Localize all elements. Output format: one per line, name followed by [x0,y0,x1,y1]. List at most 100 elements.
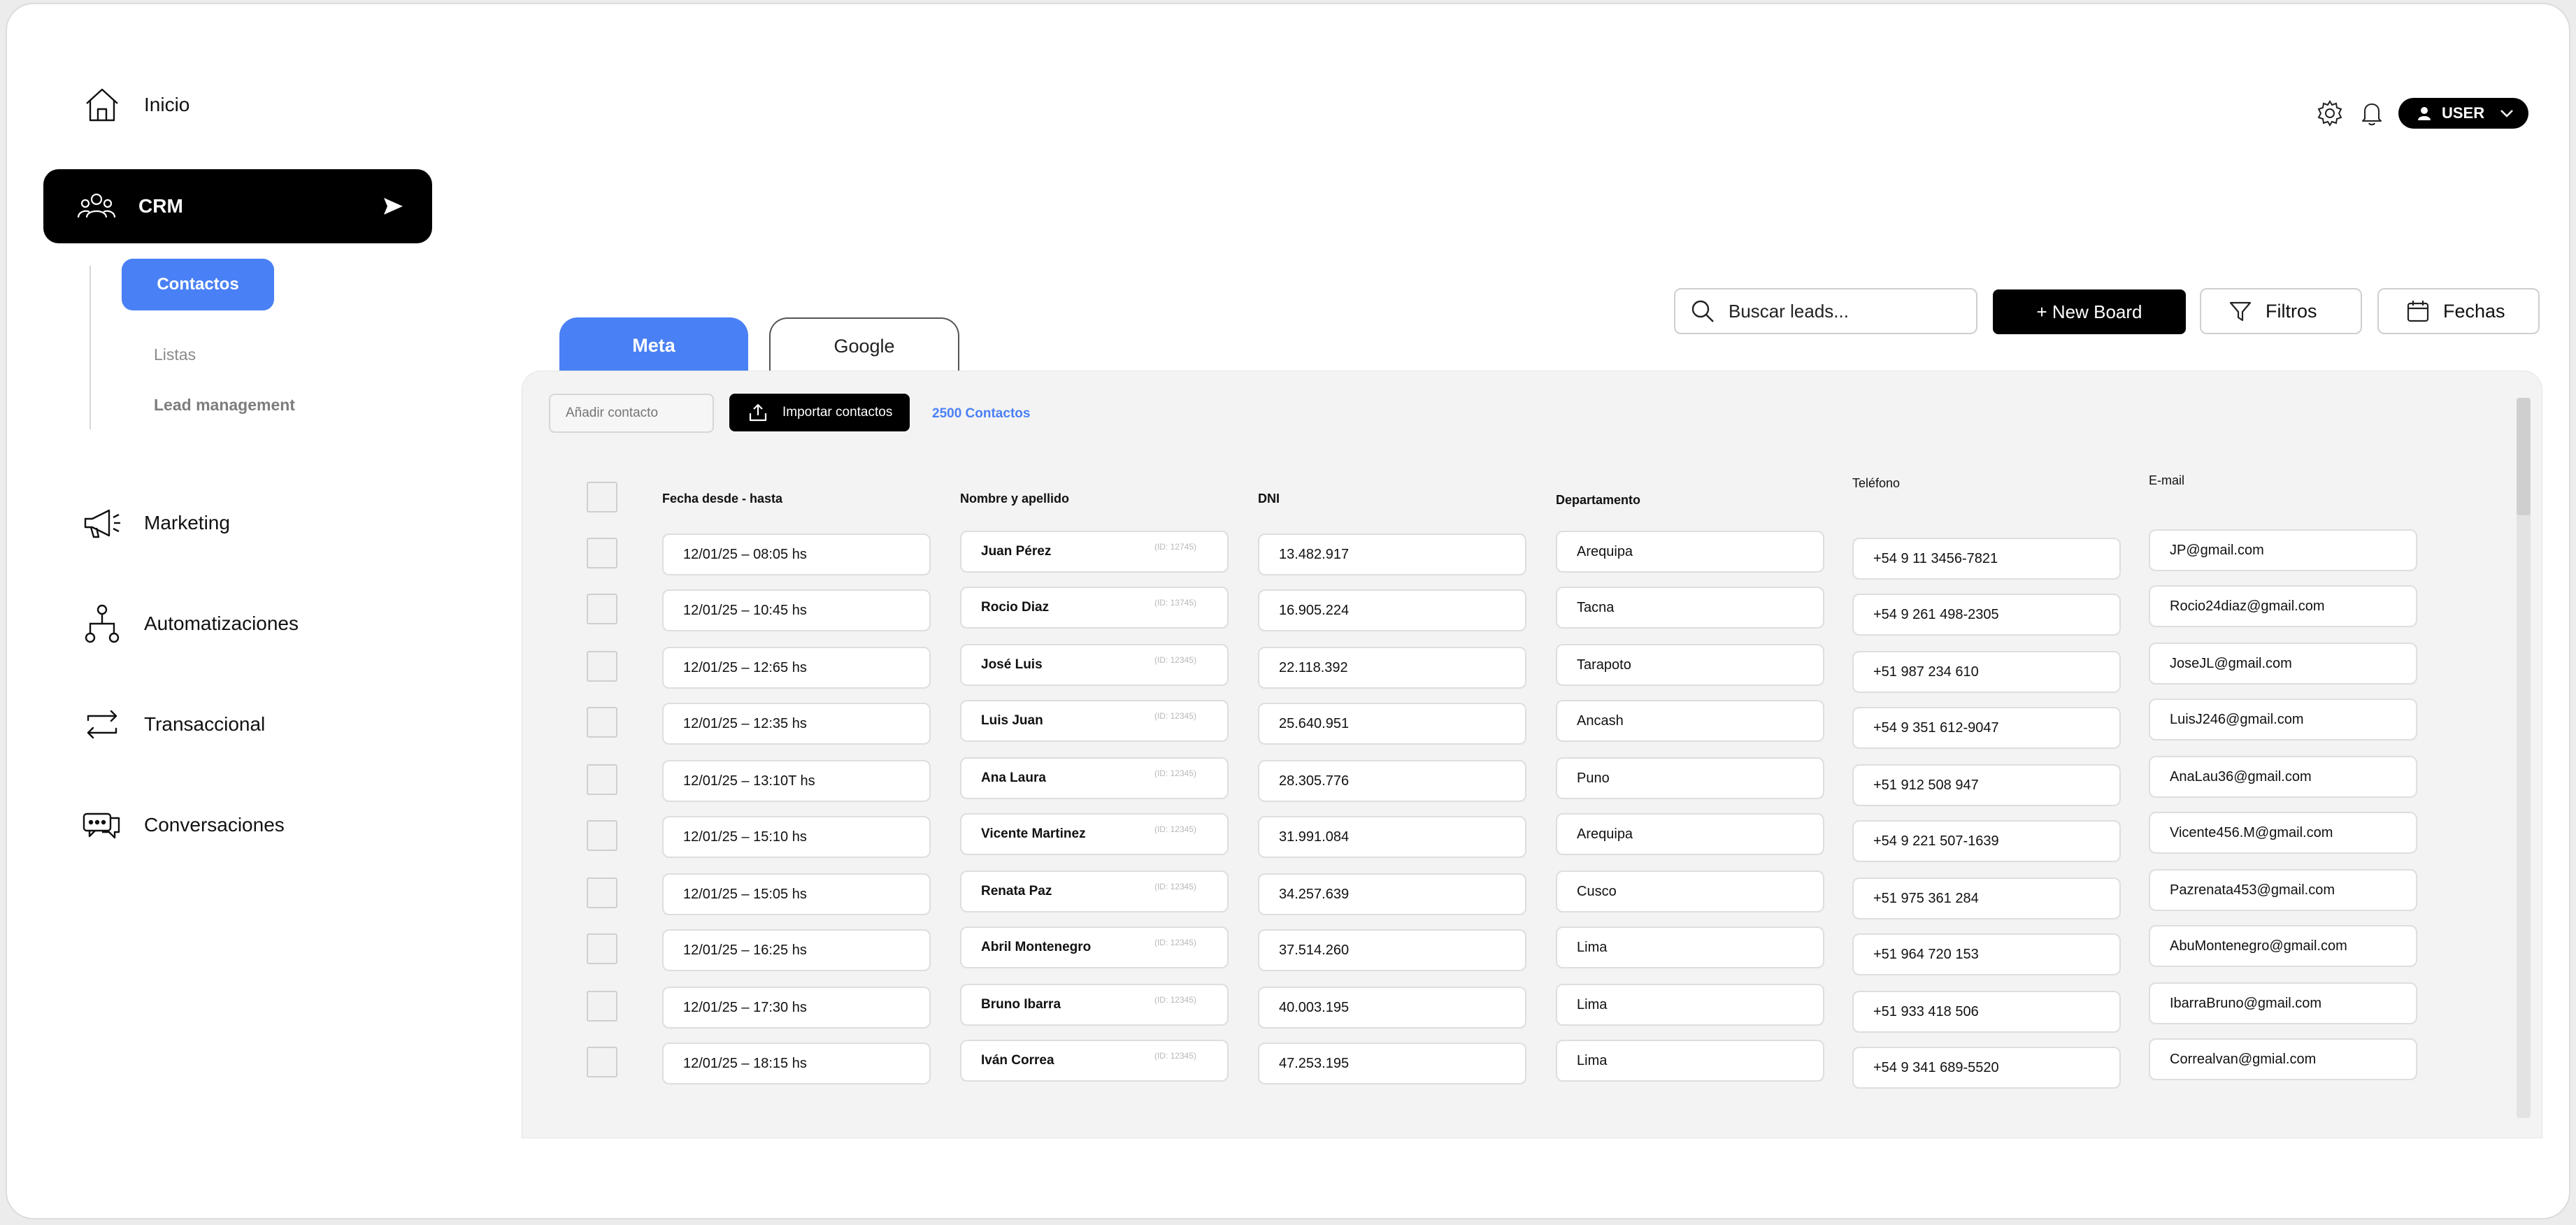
cell-tel[interactable]: +54 9 11 3456-7821 [1852,538,2121,580]
cell-fecha[interactable]: 12/01/25 – 15:05 hs [662,873,931,915]
row-checkbox[interactable] [587,820,617,851]
cell-dni[interactable]: 37.514.260 [1258,929,1526,971]
cell-dni[interactable]: 34.257.639 [1258,873,1526,915]
cell-dep[interactable]: Tarapoto [1556,644,1824,686]
cell-tel[interactable]: +54 9 341 689-5520 [1852,1047,2121,1089]
cell-fecha[interactable]: 12/01/25 – 13:10T hs [662,760,931,802]
cell-fecha[interactable]: 12/01/25 – 10:45 hs [662,589,931,631]
cell-nombre[interactable]: Ana Laura (ID: 12345) [960,757,1229,799]
scrollbar-thumb[interactable] [2517,398,2531,515]
user-menu-button[interactable]: USER [2398,98,2528,129]
sidebar-label-transaccional: Transaccional [144,713,266,735]
cell-tel[interactable]: +51 933 418 506 [1852,991,2121,1033]
cell-dni[interactable]: 22.118.392 [1258,647,1526,689]
sidebar-item-transaccional[interactable]: Transaccional [80,696,265,752]
cell-dep[interactable]: Puno [1556,757,1824,799]
tab-meta[interactable]: Meta [559,317,748,373]
cell-tel-text: +51 987 234 610 [1873,664,1979,680]
submenu-item-listas[interactable]: Listas [154,345,196,364]
cell-dni[interactable]: 40.003.195 [1258,987,1526,1029]
cell-dni-text: 34.257.639 [1279,886,1350,902]
row-checkbox[interactable] [587,933,617,964]
bell-icon[interactable] [2358,99,2386,127]
add-contact-input[interactable] [549,394,714,433]
cell-nombre[interactable]: Bruno Ibarra (ID: 12345) [960,984,1229,1026]
cell-fecha[interactable]: 12/01/25 – 12:35 hs [662,703,931,745]
filtros-button[interactable]: Filtros [2200,288,2362,334]
fechas-button[interactable]: Fechas [2377,288,2540,334]
row-checkbox[interactable] [587,1047,617,1077]
sidebar-item-conversaciones[interactable]: Conversaciones [80,797,285,853]
cell-email[interactable]: Rocio24diaz@gmail.com [2149,585,2417,627]
cell-nombre[interactable]: Abril Montenegro (ID: 12345) [960,926,1229,968]
cell-tel[interactable]: +51 964 720 153 [1852,933,2121,975]
select-all-checkbox[interactable] [587,482,617,513]
cell-fecha[interactable]: 12/01/25 – 16:25 hs [662,929,931,971]
cell-dep[interactable]: Arequipa [1556,531,1824,573]
row-checkbox[interactable] [587,877,617,908]
import-contacts-button[interactable]: Importar contactos [729,394,910,431]
row-checkbox[interactable] [587,651,617,682]
cell-fecha[interactable]: 12/01/25 – 08:05 hs [662,533,931,575]
cell-dep[interactable]: Lima [1556,984,1824,1026]
row-checkbox[interactable] [587,707,617,738]
cell-dni[interactable]: 13.482.917 [1258,533,1526,575]
cell-fecha[interactable]: 12/01/25 – 15:10 hs [662,816,931,858]
sidebar-item-automatizaciones[interactable]: Automatizaciones [80,596,299,652]
cell-dni[interactable]: 25.640.951 [1258,703,1526,745]
row-checkbox[interactable] [587,991,617,1022]
cell-dni[interactable]: 16.905.224 [1258,589,1526,631]
cell-fecha[interactable]: 12/01/25 – 17:30 hs [662,987,931,1029]
cell-dni[interactable]: 31.991.084 [1258,816,1526,858]
cell-email[interactable]: JoseJL@gmail.com [2149,643,2417,685]
row-checkbox[interactable] [587,538,617,568]
submenu-item-contactos[interactable]: Contactos [122,259,274,310]
cell-dep[interactable]: Lima [1556,1040,1824,1082]
tab-google[interactable]: Google [769,317,959,373]
sidebar-item-marketing[interactable]: Marketing [80,495,230,551]
cell-email[interactable]: IbarraBruno@gmail.com [2149,982,2417,1024]
cell-email[interactable]: LuisJ246@gmail.com [2149,699,2417,740]
cell-nombre[interactable]: José Luis (ID: 12345) [960,644,1229,686]
cell-nombre[interactable]: Luis Juan (ID: 12345) [960,700,1229,742]
cell-fecha-text: 12/01/25 – 15:05 hs [683,886,807,902]
cell-email[interactable]: AnaLau36@gmail.com [2149,756,2417,798]
cell-dep[interactable]: Cusco [1556,871,1824,912]
search-box[interactable] [1674,288,1977,334]
cell-nombre[interactable]: Renata Paz (ID: 12345) [960,871,1229,912]
cell-email[interactable]: JP@gmail.com [2149,529,2417,571]
cell-dep[interactable]: Lima [1556,926,1824,968]
cell-email[interactable]: AbuMontenegro@gmail.com [2149,925,2417,967]
cell-email[interactable]: Vicente456.M@gmail.com [2149,812,2417,854]
cell-nombre[interactable]: Juan Pérez (ID: 12745) [960,531,1229,573]
row-checkbox[interactable] [587,764,617,795]
cell-tel[interactable]: +54 9 351 612-9047 [1852,707,2121,749]
sidebar-item-inicio[interactable]: Inicio [80,77,189,133]
contacts-count-link[interactable]: 2500 Contactos [932,406,1030,422]
cell-tel[interactable]: +54 9 261 498-2305 [1852,594,2121,636]
cell-dep[interactable]: Tacna [1556,587,1824,629]
cell-dep[interactable]: Arequipa [1556,813,1824,855]
search-input[interactable] [1729,300,1959,322]
cell-tel[interactable]: +51 987 234 610 [1852,651,2121,693]
cell-tel[interactable]: +51 912 508 947 [1852,764,2121,806]
cell-nombre[interactable]: Vicente Martinez (ID: 12345) [960,813,1229,855]
submenu-item-lead-management[interactable]: Lead management [154,396,295,415]
cell-tel[interactable]: +54 9 221 507-1639 [1852,820,2121,862]
scrollbar[interactable] [2517,398,2531,1118]
new-board-button[interactable]: + New Board [1993,289,2186,334]
cell-dep[interactable]: Ancash [1556,700,1824,742]
cell-fecha[interactable]: 12/01/25 – 18:15 hs [662,1043,931,1084]
cell-email[interactable]: Pazrenata453@gmail.com [2149,869,2417,911]
cell-email[interactable]: Correalvan@gmial.com [2149,1038,2417,1080]
sidebar-label-marketing: Marketing [144,512,230,533]
gear-icon[interactable] [2316,99,2344,127]
sidebar-item-crm[interactable]: CRM [43,169,432,243]
cell-nombre[interactable]: Iván Correa (ID: 12345) [960,1040,1229,1082]
cell-nombre[interactable]: Rocio Diaz (ID: 13745) [960,587,1229,629]
row-checkbox[interactable] [587,594,617,624]
cell-dni[interactable]: 47.253.195 [1258,1043,1526,1084]
cell-fecha[interactable]: 12/01/25 – 12:65 hs [662,647,931,689]
cell-tel[interactable]: +51 975 361 284 [1852,877,2121,919]
cell-dni[interactable]: 28.305.776 [1258,760,1526,802]
